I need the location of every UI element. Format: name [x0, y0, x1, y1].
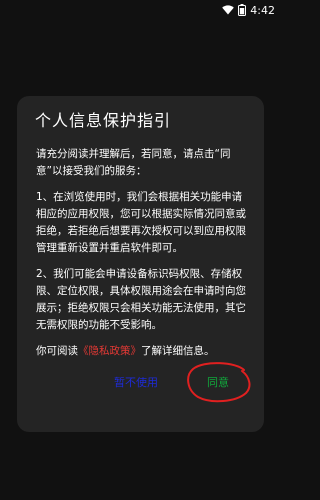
privacy-policy-link[interactable]: 《隐私政策》 [78, 345, 141, 357]
privacy-suffix: 了解详细信息。 [141, 345, 215, 357]
dialog-body: 请充分阅读并理解后，若同意，请点击“同意”以接受我们的服务： 1、在浏览使用时，… [31, 146, 250, 360]
wifi-icon [222, 5, 235, 15]
agree-button-wrapper: 同意 [187, 362, 251, 403]
disagree-button[interactable]: 暂不使用 [114, 374, 158, 390]
status-bar: 4:42 [0, 0, 281, 20]
battery-icon [238, 4, 247, 16]
intro-text: 请充分阅读并理解后，若同意，请点击“同意”以接受我们的服务： [36, 148, 231, 177]
permission-item-2: 2、我们可能会申请设备标识码权限、存储权限、定位权限，具体权限用途会在申请时向您… [36, 268, 246, 331]
agree-button[interactable]: 同意 [207, 374, 229, 390]
privacy-policy-line: 你可阅读《隐私政策》了解详细信息。 [36, 343, 250, 360]
status-time: 4:42 [250, 3, 275, 17]
dialog-actions: 暂不使用 同意 [114, 362, 251, 403]
privacy-dialog: 个人信息保护指引 请充分阅读并理解后，若同意，请点击“同意”以接受我们的服务： … [17, 96, 264, 432]
dialog-title: 个人信息保护指引 [35, 111, 172, 130]
permission-item-1: 1、在浏览使用时，我们会根据相关功能申请相应的应用权限，您可以根据实际情况同意或… [36, 191, 246, 254]
privacy-prefix: 你可阅读 [36, 345, 78, 357]
screen: 4:42 个人信息保护指引 请充分阅读并理解后，若同意，请点击“同意”以接受我们… [0, 0, 281, 500]
